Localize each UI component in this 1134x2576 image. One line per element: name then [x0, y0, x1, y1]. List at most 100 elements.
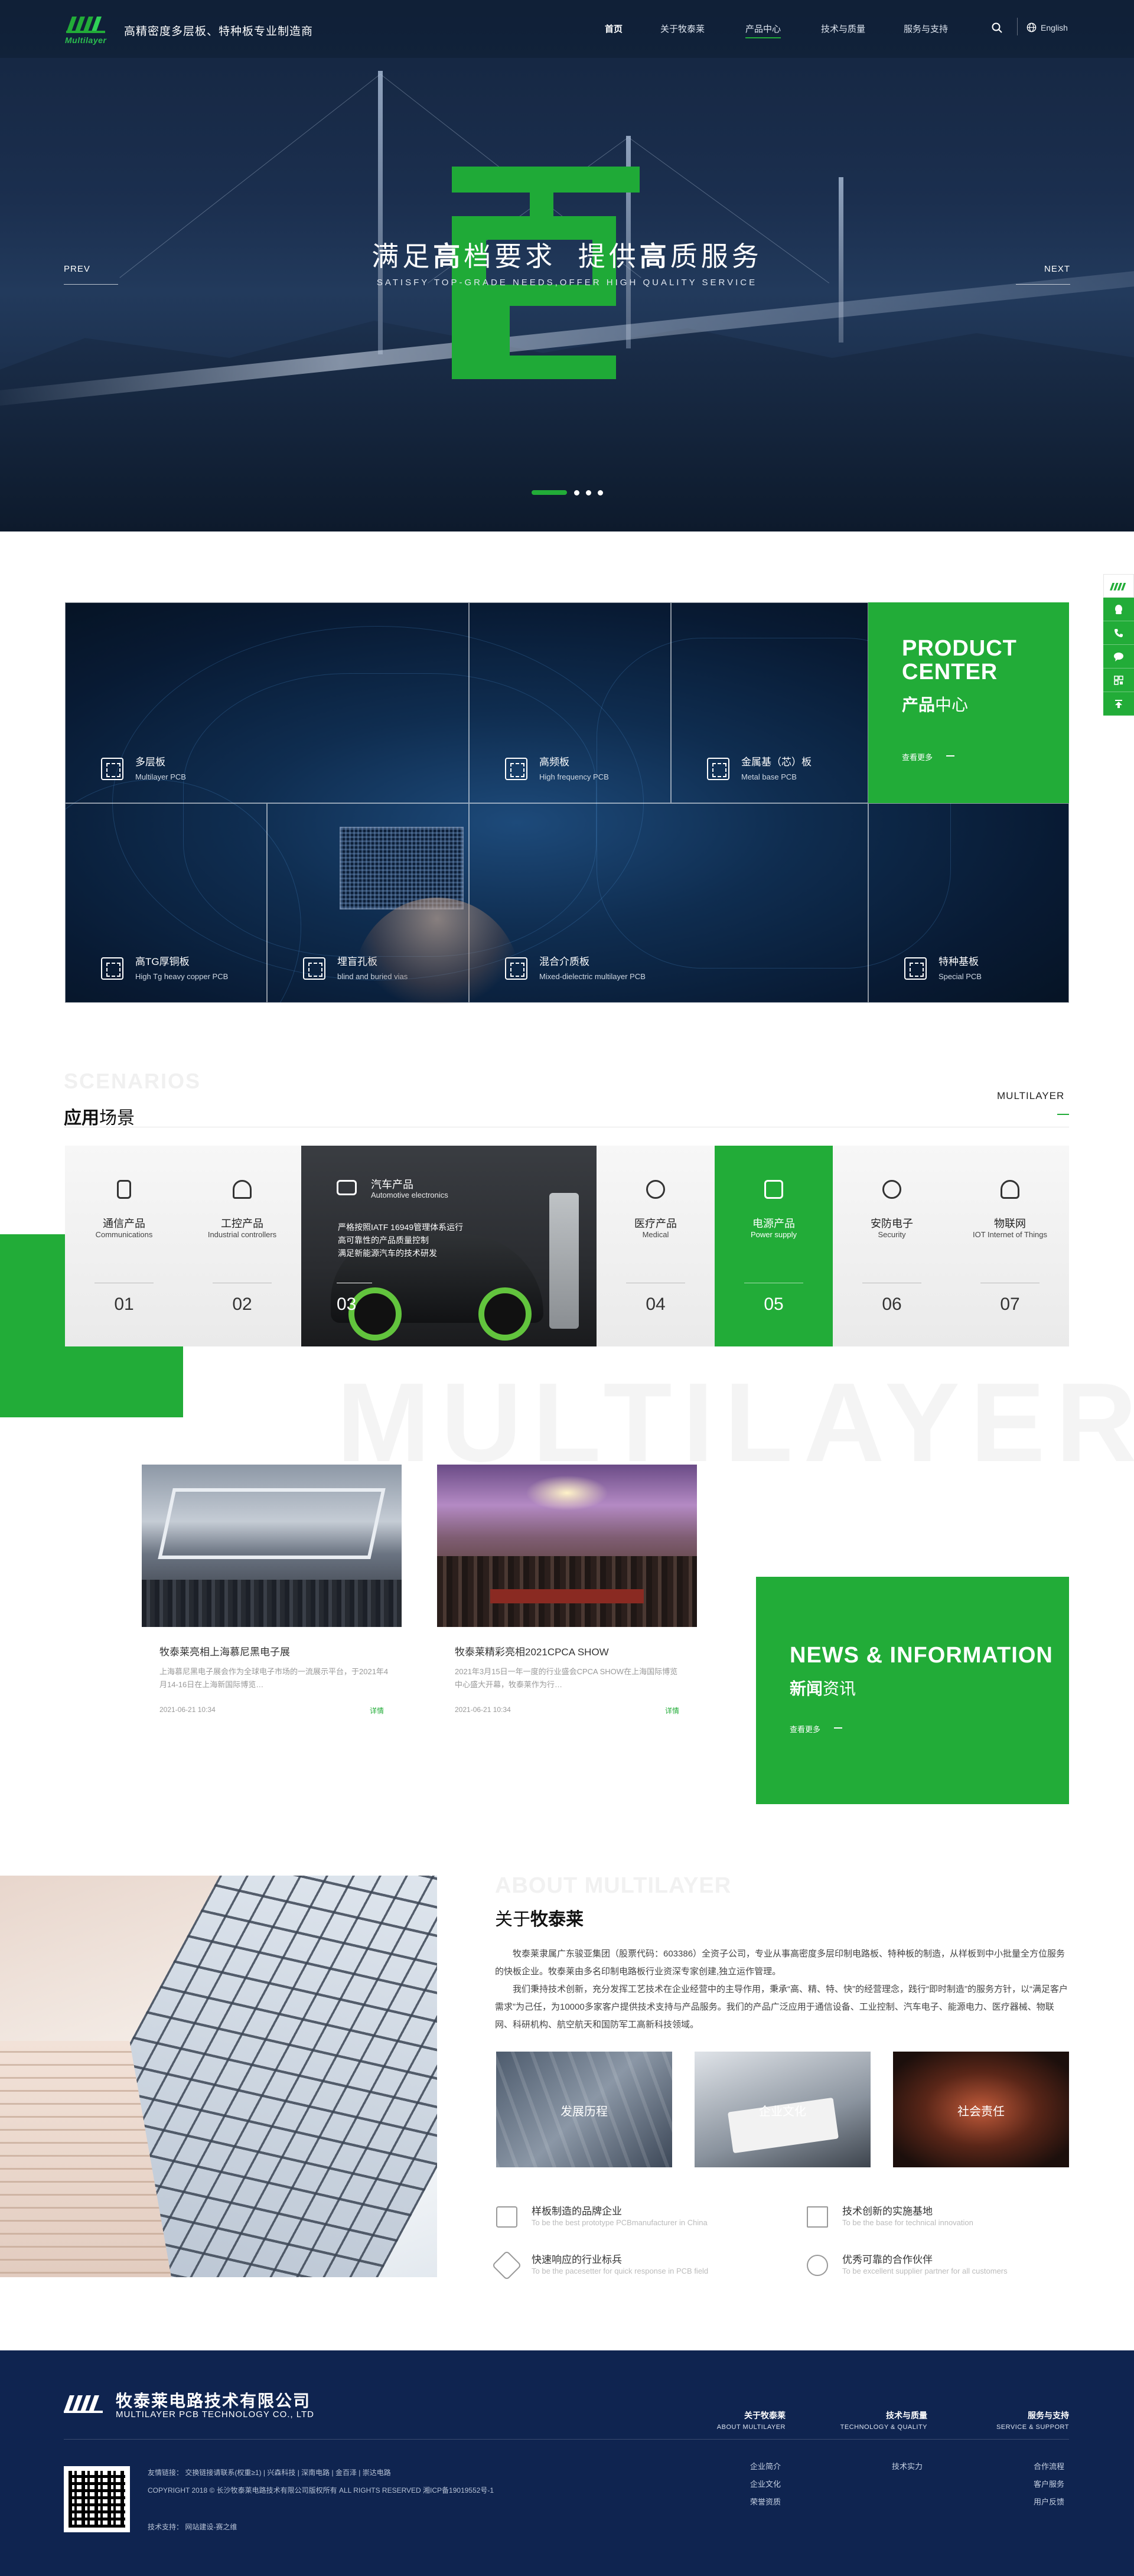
hero-title: 满足高档要求 提供高质服务	[372, 241, 762, 272]
scenario-number: 05	[764, 1294, 784, 1314]
nav-technology-quality[interactable]: 技术与质量	[821, 22, 865, 35]
footer-link[interactable]: 客户服务	[1034, 2478, 1064, 2489]
about-paragraph: 我们秉持技术创新，充分发挥工艺技术在企业经营中的主导作用，秉承“高、精、特、快”…	[495, 1984, 1068, 2030]
scenario-industrial[interactable]: 工控产品 Industrial controllers 02	[183, 1146, 301, 1346]
news-title[interactable]: 牧泰莱精彩亮相2021CPCA SHOW	[455, 1644, 609, 1658]
scenarios-title: 应用场景	[64, 1108, 135, 1128]
phone-icon[interactable]	[1103, 621, 1134, 645]
product-center-en-title: PRODUCT CENTER	[902, 636, 1017, 684]
tech-support[interactable]: 技术支持： 网站建设-赛之维	[148, 2522, 237, 2532]
feature-item: 高可靠性的产品质量控制	[338, 1235, 429, 1245]
footer-link[interactable]: 技术实力	[892, 2460, 923, 2471]
product-metal-base[interactable]: 金属基（芯）板 Metal base PCB	[671, 602, 868, 803]
qrcode-icon[interactable]	[1103, 669, 1134, 692]
card-label: 企业文化	[759, 2105, 806, 2118]
scenario-name: 电源产品	[752, 1218, 795, 1230]
medical-icon	[646, 1180, 665, 1199]
car-wheel	[478, 1287, 532, 1341]
qq-icon[interactable]	[1103, 598, 1134, 621]
footer-logo[interactable]	[64, 2392, 103, 2413]
product-more-link[interactable]: 查看更多	[902, 751, 955, 762]
news-date: 2021-06-21 10:34	[455, 1706, 511, 1714]
car-icon	[337, 1180, 357, 1195]
advantage-en: To be the best prototype PCBmanufacturer…	[532, 2218, 708, 2227]
search-icon[interactable]	[992, 22, 1002, 33]
back-to-top-icon[interactable]	[1103, 692, 1134, 716]
news-detail-link[interactable]: 详情	[370, 1706, 384, 1716]
power-chart-icon	[764, 1180, 783, 1199]
about-title: 关于牧泰莱	[495, 1910, 584, 1929]
chat-icon[interactable]	[1103, 645, 1134, 669]
chip-graphic	[340, 827, 464, 909]
advantage-en: To be the pacesetter for quick response …	[532, 2267, 709, 2275]
footer-col-title[interactable]: 服务与支持	[992, 2409, 1069, 2421]
robot-arm-icon	[233, 1180, 252, 1199]
news-date: 2021-06-21 10:34	[159, 1706, 216, 1714]
scenario-name: 医疗产品	[634, 1218, 677, 1230]
cloud-iot-icon	[1001, 1180, 1019, 1199]
news-image-expo[interactable]	[142, 1465, 402, 1627]
globe-icon[interactable]	[1027, 22, 1037, 32]
footer-link[interactable]: 用户反馈	[1034, 2496, 1064, 2507]
brand-slogan: 高精密度多层板、特种板专业制造商	[124, 25, 314, 38]
advantage-title: 技术创新的实施基地	[842, 2206, 933, 2217]
slide-dot[interactable]	[598, 490, 603, 495]
nav-about[interactable]: 关于牧泰莱	[660, 22, 705, 35]
news-detail-link[interactable]: 详情	[665, 1706, 679, 1716]
scenario-communications[interactable]: 通信产品 Communications 01	[65, 1146, 183, 1346]
product-name: 金属基（芯）板	[741, 757, 812, 768]
scenario-en-name: Medical	[642, 1230, 669, 1239]
footer-link[interactable]: 企业文化	[750, 2478, 781, 2489]
nav-home[interactable]: 首页	[605, 22, 623, 35]
advantage-item: 技术创新的实施基地 To be the base for technical i…	[807, 2203, 1090, 2232]
product-high-tg[interactable]: 高TG厚铜板 High Tg heavy copper PCB	[65, 803, 267, 1003]
history-card[interactable]: 发展历程	[496, 2052, 672, 2167]
news-more-link[interactable]: 查看更多	[790, 1723, 843, 1734]
scenario-name: 汽车产品	[371, 1179, 413, 1191]
product-name: 混合介质板	[539, 956, 589, 967]
scenario-automotive[interactable]: 汽车产品 Automotive electronics 严格按照IATF 169…	[301, 1146, 597, 1346]
car-wheel	[348, 1287, 402, 1341]
document-icon	[807, 2206, 828, 2228]
language-switch[interactable]: English	[1041, 23, 1068, 32]
scenario-medical[interactable]: 医疗产品 Medical 04	[597, 1146, 715, 1346]
footer-link[interactable]: 企业简介	[750, 2460, 781, 2471]
product-special[interactable]: 特种基板 Special PCB	[868, 803, 1069, 1003]
multilayer-logo[interactable]	[66, 13, 105, 33]
scenario-number: 04	[646, 1294, 666, 1314]
footer-link[interactable]: 合作流程	[1034, 2460, 1064, 2471]
product-name: 特种基板	[939, 956, 979, 967]
scenario-security[interactable]: 安防电子 Security 06	[833, 1146, 951, 1346]
slide-dot[interactable]	[586, 490, 591, 495]
culture-card[interactable]: 企业文化	[695, 2052, 871, 2167]
news-title[interactable]: 牧泰莱亮相上海慕尼黑电子展	[159, 1644, 290, 1658]
product-multilayer[interactable]: 多层板 Multilayer PCB	[65, 602, 469, 803]
nav-service-support[interactable]: 服务与支持	[904, 22, 948, 35]
multilayer-logo-icon[interactable]	[1103, 574, 1134, 598]
scenarios-bg-text: SCENARIOS	[64, 1069, 201, 1093]
footer-link[interactable]: 荣誉资质	[750, 2496, 781, 2507]
footer-company-cn: 牧泰莱电路技术有限公司	[116, 2392, 311, 2410]
scenario-iot[interactable]: 物联网 IOT Internet of Things 07	[951, 1146, 1069, 1346]
section-accent	[1057, 1114, 1069, 1115]
scenario-en-name: Automotive electronics	[371, 1191, 448, 1199]
advantage-title: 样板制造的品牌企业	[532, 2206, 622, 2217]
nav-products[interactable]: 产品中心	[745, 22, 781, 38]
friend-links[interactable]: 友情链接： 交换链接请联系(权重≥1) | 兴森科技 | 深南电路 | 金百泽 …	[148, 2467, 391, 2477]
footer-col-title[interactable]: 关于牧泰莱	[709, 2409, 786, 2421]
footer-col-title[interactable]: 技术与质量	[850, 2409, 927, 2421]
scenario-number: 01	[114, 1294, 134, 1314]
scenario-en-name: IOT Internet of Things	[973, 1230, 1047, 1239]
slide-dot[interactable]	[532, 490, 567, 495]
scenario-en-name: Communications	[95, 1230, 153, 1239]
scenario-power-supply[interactable]: 电源产品 Power supply 05	[715, 1146, 833, 1346]
slide-dot[interactable]	[574, 490, 579, 495]
product-high-frequency[interactable]: 高频板 High frequency PCB	[469, 602, 671, 803]
responsibility-card[interactable]: 社会责任	[893, 2052, 1069, 2167]
product-mixed-dielectric[interactable]: 混合介质板 Mixed-dielectric multilayer PCB	[469, 803, 868, 1003]
footer-qrcode	[64, 2466, 130, 2532]
news-image-cpca[interactable]	[437, 1465, 697, 1627]
product-en-name: Metal base PCB	[741, 772, 797, 781]
advantage-en: To be excellent supplier partner for all…	[842, 2267, 1008, 2275]
advantage-item: 快速响应的行业标兵 To be the pacesetter for quick…	[491, 2250, 780, 2281]
